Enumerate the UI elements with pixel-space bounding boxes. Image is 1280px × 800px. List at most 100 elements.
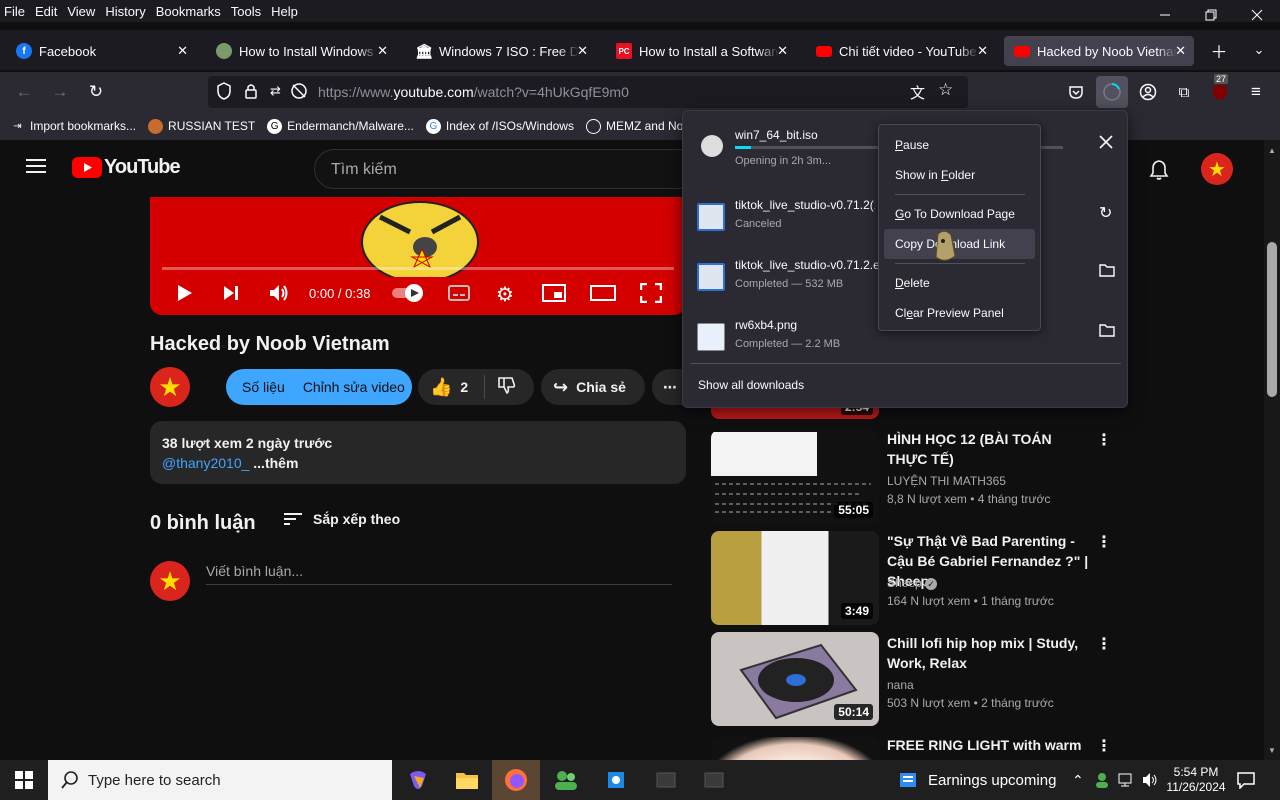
related-menu-button[interactable]: ⋮: [1096, 532, 1112, 552]
close-window-button[interactable]: [1234, 0, 1280, 30]
autoplay-toggle[interactable]: [390, 283, 426, 308]
guide-menu-button[interactable]: [26, 158, 46, 179]
youtube-logo[interactable]: YouTube: [72, 156, 181, 179]
stats-button[interactable]: Số liệu: [242, 379, 285, 395]
bookmark-index-isos[interactable]: G Index of /ISOs/Windows: [425, 118, 574, 134]
clock[interactable]: 5:54 PM 11/26/2024: [1164, 760, 1228, 800]
permissions-icon[interactable]: ⇄: [270, 83, 281, 99]
related-menu-button[interactable]: ⋮: [1096, 430, 1112, 450]
taskbar-file-explorer[interactable]: [443, 760, 491, 800]
tray-person[interactable]: [1094, 760, 1110, 800]
extensions-button[interactable]: ⧉: [1170, 78, 1198, 106]
next-button[interactable]: [222, 284, 240, 307]
app-menu-button[interactable]: ≡: [1242, 78, 1270, 106]
downloads-button[interactable]: [1096, 76, 1128, 108]
tab-hacked-by-noob-vietnam[interactable]: Hacked by Noob Vietnam ✕: [1004, 36, 1194, 66]
taskbar-app-dim[interactable]: [690, 760, 738, 800]
settings-button[interactable]: ⚙: [496, 282, 514, 307]
taskbar-firefox[interactable]: [492, 760, 540, 800]
back-button[interactable]: ←: [10, 78, 38, 106]
related-thumbnail[interactable]: [711, 737, 879, 760]
related-channel[interactable]: Sheep: [887, 576, 922, 590]
avatar[interactable]: ★: [1201, 153, 1233, 185]
menu-item-clear-preview-panel[interactable]: Clear Preview Panel: [884, 298, 1035, 328]
menu-item-pause[interactable]: Pause: [884, 130, 1035, 160]
action-center-button[interactable]: [1236, 760, 1256, 800]
video-player[interactable]: 0:00 / 0:38 ⚙: [150, 197, 686, 315]
scroll-up-icon[interactable]: ▲: [1268, 146, 1276, 155]
forward-button[interactable]: →: [46, 78, 74, 106]
dislike-button[interactable]: [497, 376, 517, 399]
related-title[interactable]: FREE RING LIGHT with warm: [887, 735, 1092, 755]
pocket-button[interactable]: [1062, 78, 1090, 106]
close-tab-icon[interactable]: ✕: [377, 43, 388, 59]
tab-windows-iso[interactable]: 🏛 Windows 7 ISO : Free Down ✕: [406, 36, 596, 66]
ublock-button[interactable]: 27: [1206, 74, 1234, 106]
related-thumbnail[interactable]: 50:14: [711, 632, 879, 726]
scroll-down-icon[interactable]: ▼: [1268, 746, 1276, 755]
mute-button[interactable]: [268, 283, 290, 308]
menu-tools[interactable]: Tools: [231, 4, 261, 19]
related-thumbnail[interactable]: 3:49: [711, 531, 879, 625]
close-tab-icon[interactable]: ✕: [777, 43, 788, 59]
taskbar-app-dim[interactable]: [642, 760, 690, 800]
related-title[interactable]: Chill lofi hip hop mix | Study, Work, Re…: [887, 633, 1092, 673]
comment-input[interactable]: Viết bình luận...: [206, 563, 672, 585]
channel-avatar[interactable]: ★: [150, 367, 190, 407]
description-box[interactable]: 38 lượt xem 2 ngày trước @thany2010_ ...…: [150, 421, 686, 484]
bookmark-import[interactable]: ⇥ Import bookmarks...: [10, 119, 136, 134]
theater-mode-button[interactable]: [590, 284, 616, 307]
url-text[interactable]: https://www.youtube.com/watch?v=4hUkGqfE…: [318, 84, 629, 100]
scrollbar-thumb[interactable]: [1267, 242, 1277, 397]
edit-video-button[interactable]: Chỉnh sửa video: [303, 379, 405, 395]
cancel-download-button[interactable]: [1099, 135, 1113, 154]
menu-edit[interactable]: Edit: [35, 4, 57, 19]
tab-install-windows[interactable]: How to Install Windows 7: ✕: [206, 36, 396, 66]
related-thumbnail[interactable]: 55:05: [711, 430, 879, 524]
related-title[interactable]: HÌNH HỌC 12 (BÀI TOÁN THỰC TẾ): [887, 429, 1092, 469]
menu-item-copy-download-link[interactable]: Copy Download Link: [884, 229, 1035, 259]
show-all-downloads-link[interactable]: Show all downloads: [698, 378, 804, 392]
tab-list-button[interactable]: ⌄: [1245, 36, 1273, 64]
page-scrollbar[interactable]: ▲ ▼: [1264, 140, 1280, 760]
weather-widget[interactable]: Earnings upcoming: [898, 760, 1056, 800]
menu-view[interactable]: View: [67, 4, 95, 19]
tab-youtube-studio[interactable]: Chi tiết video - YouTube St ✕: [806, 36, 996, 66]
lock-icon[interactable]: [244, 82, 258, 105]
menu-item-go-to-download-page[interactable]: Go To Download Page: [884, 199, 1035, 229]
restore-button[interactable]: [1188, 0, 1234, 30]
taskbar-search[interactable]: Type here to search: [48, 760, 392, 800]
description-handle[interactable]: @thany2010_: [162, 455, 249, 471]
menu-item-show-in-folder[interactable]: Show in Folder: [884, 160, 1035, 190]
taskbar-copilot[interactable]: [394, 760, 442, 800]
search-input[interactable]: Tìm kiếm: [314, 149, 714, 189]
reload-button[interactable]: ↻: [82, 78, 110, 106]
related-channel[interactable]: LUYỆN THI MATH365: [887, 472, 1006, 490]
show-hidden-icons[interactable]: ⌃: [1072, 760, 1084, 800]
close-tab-icon[interactable]: ✕: [1175, 43, 1186, 59]
translate-icon[interactable]: 文: [910, 82, 925, 103]
tray-volume[interactable]: [1142, 760, 1160, 800]
description-more[interactable]: ...thêm: [249, 455, 298, 471]
bookmark-russian-test[interactable]: RUSSIAN TEST: [148, 118, 255, 134]
start-button[interactable]: [0, 760, 48, 800]
taskbar-app-green[interactable]: [542, 760, 590, 800]
notifications-button[interactable]: [1149, 159, 1169, 186]
bookmark-memz[interactable]: MEMZ and Noe: [585, 118, 690, 134]
subtitles-button[interactable]: [448, 284, 470, 307]
tray-network[interactable]: [1118, 760, 1136, 800]
related-menu-button[interactable]: ⋮: [1096, 634, 1112, 654]
menu-file[interactable]: File: [4, 4, 25, 19]
retry-download-button[interactable]: ↻: [1099, 203, 1112, 223]
like-button[interactable]: 👍: [430, 377, 452, 398]
sort-button[interactable]: Sắp xếp theo: [284, 511, 400, 527]
menu-history[interactable]: History: [105, 4, 145, 19]
bookmark-star-icon[interactable]: ☆: [938, 80, 953, 100]
taskbar-app-blue[interactable]: [592, 760, 640, 800]
close-tab-icon[interactable]: ✕: [977, 43, 988, 59]
new-tab-button[interactable]: ＋: [1205, 36, 1233, 64]
tab-install-software[interactable]: PC How to Install a Software P ✕: [606, 36, 796, 66]
account-button[interactable]: [1134, 78, 1162, 106]
progress-track[interactable]: [162, 267, 674, 270]
play-button[interactable]: [176, 283, 194, 308]
